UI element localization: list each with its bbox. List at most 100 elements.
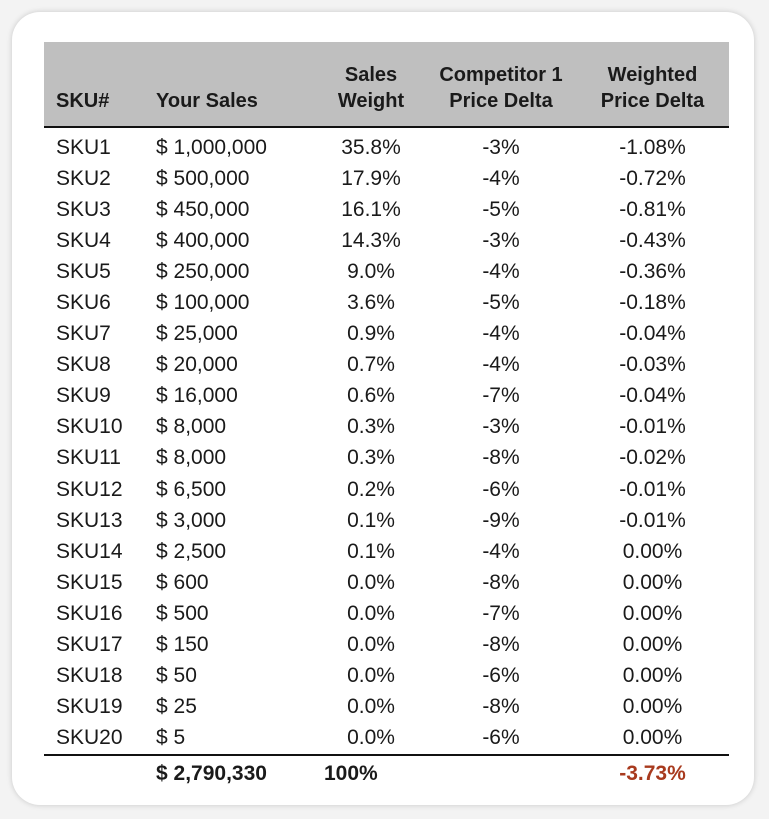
cell-sku: SKU11	[56, 446, 121, 470]
cell-weighted-price-delta: 0.00%	[622, 539, 683, 563]
table-row: SKU12 $ 6,500 0.2% -6% -0.01%	[44, 474, 729, 505]
cell-sku: SKU19	[56, 695, 123, 719]
table-row: SKU15 $ 600 0.0% -8% 0.00%	[44, 567, 729, 598]
cell-weighted-price-delta: 0.00%	[622, 726, 683, 750]
cell-sku: SKU1	[56, 135, 111, 159]
cell-competitor-price-delta: -9%	[482, 508, 520, 532]
cell-sales-weight: 0.0%	[347, 601, 395, 625]
cell-weighted-price-delta: -0.04%	[619, 384, 686, 408]
header-sku: SKU#	[44, 42, 156, 128]
cell-your-sales: $ 400,000	[156, 228, 250, 252]
cell-your-sales: $ 20,000	[156, 353, 238, 377]
cell-sales-weight: 0.0%	[347, 570, 395, 594]
cell-weighted-price-delta: -0.72%	[619, 166, 686, 190]
cell-sales-weight: 16.1%	[341, 197, 401, 221]
cell-competitor-price-delta: -4%	[482, 322, 520, 346]
cell-weighted-price-delta: -0.04%	[619, 322, 686, 346]
cell-sales-weight: 0.9%	[347, 322, 395, 346]
cell-competitor-price-delta: -4%	[482, 539, 520, 563]
cell-weighted-price-delta: -0.01%	[619, 508, 686, 532]
cell-your-sales: $ 1,000,000	[156, 135, 267, 159]
table-row: SKU19 $ 25 0.0% -8% 0.00%	[44, 692, 729, 723]
cell-sku: SKU5	[56, 259, 111, 283]
cell-competitor-price-delta: -6%	[482, 664, 520, 688]
cell-sku: SKU14	[56, 539, 123, 563]
cell-sales-weight: 14.3%	[341, 228, 401, 252]
cell-weighted-price-delta: -0.03%	[619, 353, 686, 377]
cell-weighted-price-delta: -0.81%	[619, 197, 686, 221]
cell-your-sales: $ 8,000	[156, 415, 227, 439]
cell-competitor-price-delta: -8%	[482, 633, 520, 657]
table-row: SKU8 $ 20,000 0.7% -4% -0.03%	[44, 350, 729, 381]
cell-competitor-price-delta: -8%	[482, 695, 520, 719]
table-row: SKU14 $ 2,500 0.1% -4% 0.00%	[44, 536, 729, 567]
cell-your-sales: $ 25,000	[156, 322, 238, 346]
cell-competitor-price-delta: -4%	[482, 259, 520, 283]
cell-weighted-price-delta: 0.00%	[622, 570, 683, 594]
cell-weighted-price-delta: 0.00%	[622, 695, 683, 719]
cell-competitor-price-delta: -4%	[482, 166, 520, 190]
cell-your-sales: $ 6,500	[156, 477, 227, 501]
table-row: SKU9 $ 16,000 0.6% -7% -0.04%	[44, 381, 729, 412]
table-row: SKU17 $ 150 0.0% -8% 0.00%	[44, 630, 729, 661]
cell-your-sales: $ 8,000	[156, 446, 227, 470]
total-sku	[44, 753, 156, 792]
cell-sku: SKU4	[56, 228, 111, 252]
cell-weighted-price-delta: -0.01%	[619, 477, 686, 501]
cell-your-sales: $ 25	[156, 695, 197, 719]
cell-weighted-price-delta: 0.00%	[622, 601, 683, 625]
cell-your-sales: $ 100,000	[156, 291, 250, 315]
table-row: SKU16 $ 500 0.0% -7% 0.00%	[44, 598, 729, 629]
cell-weighted-price-delta: -1.08%	[619, 135, 686, 159]
cell-sales-weight: 0.2%	[347, 477, 395, 501]
cell-sales-weight: 0.6%	[347, 384, 395, 408]
cell-your-sales: $ 500,000	[156, 166, 250, 190]
cell-competitor-price-delta: -8%	[482, 570, 520, 594]
table-row: SKU2 $ 500,000 17.9% -4% -0.72%	[44, 163, 729, 194]
header-your-sales: Your Sales	[156, 42, 316, 128]
cell-competitor-price-delta: -8%	[482, 446, 520, 470]
cell-sku: SKU8	[56, 353, 111, 377]
cell-competitor-price-delta: -6%	[482, 477, 520, 501]
cell-weighted-price-delta: -0.18%	[619, 291, 686, 315]
table-row: SKU18 $ 50 0.0% -6% 0.00%	[44, 661, 729, 692]
cell-sales-weight: 0.0%	[347, 633, 395, 657]
cell-weighted-price-delta: 0.00%	[622, 664, 683, 688]
table-row: SKU10 $ 8,000 0.3% -3% -0.01%	[44, 412, 729, 443]
total-sales: $ 2,790,330	[156, 753, 316, 792]
cell-weighted-price-delta: -0.02%	[619, 446, 686, 470]
total-weight: 100%	[316, 753, 426, 792]
price-delta-table: SKU# Your Sales Sales Weight Competitor 1…	[44, 42, 729, 792]
total-weighted-price-delta: -3.73%	[576, 753, 729, 792]
cell-sales-weight: 17.9%	[341, 166, 401, 190]
cell-sku: SKU7	[56, 322, 111, 346]
cell-your-sales: $ 450,000	[156, 197, 250, 221]
cell-sales-weight: 0.3%	[347, 415, 395, 439]
cell-sku: SKU20	[56, 726, 123, 750]
cell-your-sales: $ 2,500	[156, 539, 227, 563]
cell-sales-weight: 0.0%	[347, 726, 395, 750]
cell-sales-weight: 0.1%	[347, 508, 395, 532]
header-row: SKU# Your Sales Sales Weight Competitor 1…	[44, 42, 729, 128]
cell-sku: SKU10	[56, 415, 123, 439]
table-row: SKU5 $ 250,000 9.0% -4% -0.36%	[44, 256, 729, 287]
cell-weighted-price-delta: -0.36%	[619, 259, 686, 283]
cell-competitor-price-delta: -3%	[482, 135, 520, 159]
cell-competitor-price-delta: -6%	[482, 726, 520, 750]
cell-sales-weight: 35.8%	[341, 135, 401, 159]
table-row: SKU11 $ 8,000 0.3% -8% -0.02%	[44, 443, 729, 474]
cell-competitor-price-delta: -3%	[482, 415, 520, 439]
cell-sku: SKU13	[56, 508, 123, 532]
cell-your-sales: $ 5	[156, 726, 186, 750]
table-row: SKU1 $ 1,000,000 35.8% -3% -1.08%	[44, 127, 729, 163]
cell-competitor-price-delta: -5%	[482, 197, 520, 221]
cell-sku: SKU2	[56, 166, 111, 190]
totals-row: $ 2,790,330 100% -3.73%	[44, 753, 729, 792]
table-row: SKU4 $ 400,000 14.3% -3% -0.43%	[44, 225, 729, 256]
table-row: SKU13 $ 3,000 0.1% -9% -0.01%	[44, 505, 729, 536]
cell-your-sales: $ 3,000	[156, 508, 227, 532]
cell-competitor-price-delta: -7%	[482, 384, 520, 408]
table-card: SKU# Your Sales Sales Weight Competitor 1…	[12, 12, 754, 805]
cell-sales-weight: 0.0%	[347, 695, 395, 719]
cell-competitor-price-delta: -7%	[482, 601, 520, 625]
